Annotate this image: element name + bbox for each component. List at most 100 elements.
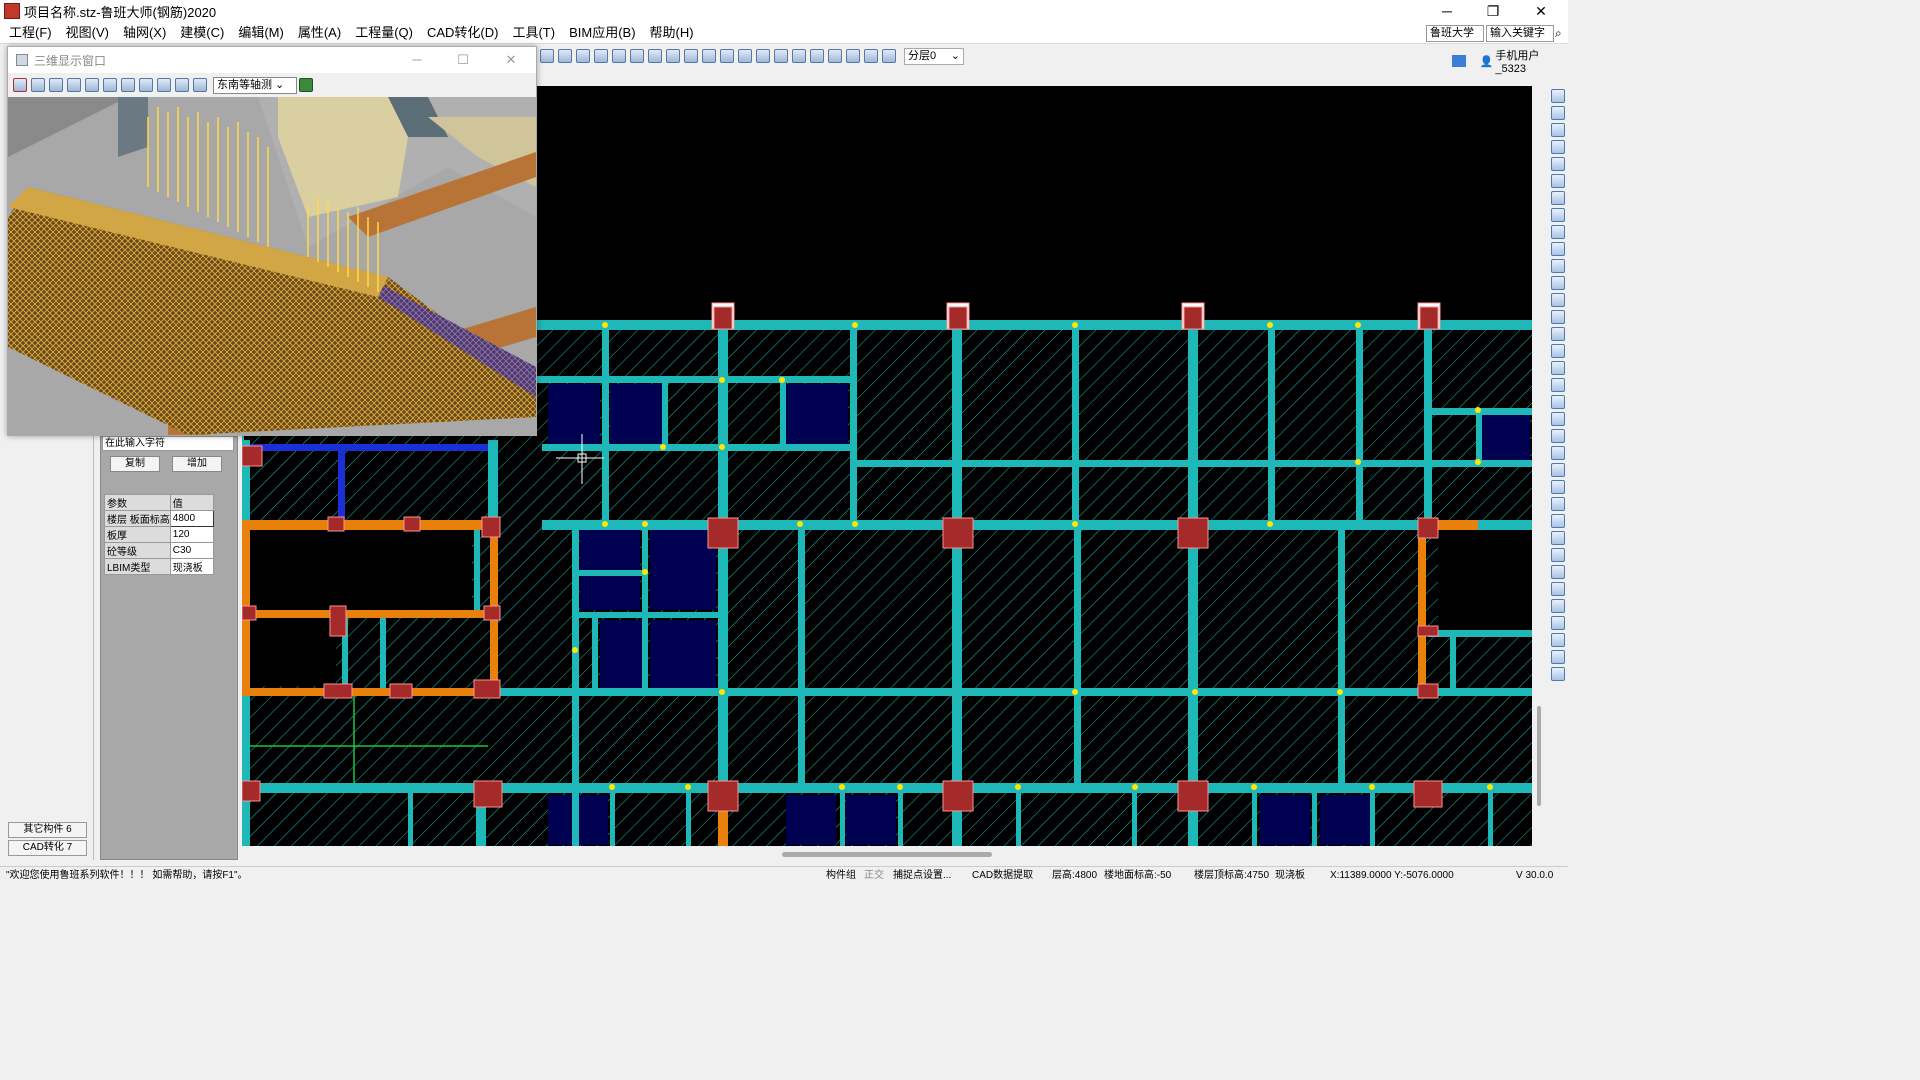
extend-icon[interactable] (1551, 412, 1565, 426)
copy-tool-icon[interactable] (1551, 514, 1565, 528)
light-3d-icon[interactable] (157, 78, 171, 92)
zoom-in-3d-icon[interactable] (85, 78, 99, 92)
3d-viewport[interactable] (8, 97, 536, 435)
property-value[interactable]: 120 (169, 526, 215, 543)
filter-input[interactable]: 在此输入字符 (102, 436, 234, 451)
3d-window-titlebar[interactable]: 三维显示窗口 ─ ☐ ✕ (8, 47, 536, 73)
foundation-tool-icon[interactable] (1551, 208, 1565, 222)
add-button[interactable]: 增加 (172, 456, 222, 472)
align-icon[interactable] (1551, 548, 1565, 562)
zoom-out-3d-icon[interactable] (103, 78, 117, 92)
column-tool-icon[interactable] (1551, 123, 1565, 137)
screenshot-icon[interactable] (193, 78, 207, 92)
globe-icon[interactable] (299, 78, 313, 92)
delete-tool-icon[interactable] (1551, 531, 1565, 545)
slab-tool-icon[interactable] (1551, 157, 1565, 171)
stretch-icon[interactable] (1551, 480, 1565, 494)
menu-cad[interactable]: CAD转化(D) (420, 22, 506, 44)
vertical-scroll-thumb[interactable] (1537, 706, 1541, 806)
3d-display-window[interactable]: 三维显示窗口 ─ ☐ ✕ 东南等轴测 ⌄ (7, 46, 537, 436)
drawing-canvas-left[interactable] (242, 436, 542, 846)
zoom-out-icon[interactable] (702, 49, 716, 63)
rebar-tool-icon[interactable] (1551, 225, 1565, 239)
join-icon[interactable] (1551, 463, 1565, 477)
layer-icon[interactable] (882, 49, 896, 63)
array-icon[interactable] (1551, 497, 1565, 511)
line-tool-icon[interactable] (1551, 667, 1565, 681)
grid-icon[interactable] (558, 49, 572, 63)
offset-icon[interactable] (1551, 395, 1565, 409)
horizontal-scrollbar[interactable] (242, 848, 1533, 862)
layout-switch-icon[interactable] (1452, 55, 1466, 67)
property-row[interactable]: LBIM类型 现浇板 (104, 558, 215, 575)
table-icon[interactable] (594, 49, 608, 63)
3d-minimize-button[interactable]: ─ (394, 47, 440, 73)
menu-view[interactable]: 视图(V) (59, 22, 116, 44)
property-row[interactable]: 楼层 板面标高 4800 (104, 510, 215, 527)
pan-3d-icon[interactable] (49, 78, 63, 92)
search-icon[interactable]: ⌕ (1555, 25, 1568, 42)
cad-convert-button[interactable]: CAD转化 7 (8, 840, 87, 856)
zoom-extent-icon[interactable] (738, 49, 752, 63)
rebar-icon[interactable] (576, 49, 590, 63)
3d-close-button[interactable]: ✕ (488, 47, 534, 73)
zoom-extent-3d-icon[interactable] (139, 78, 153, 92)
snap-icon[interactable] (774, 49, 788, 63)
property-value[interactable]: 现浇板 (169, 558, 215, 575)
horizontal-scroll-thumb[interactable] (782, 852, 992, 857)
select-tool-icon[interactable] (13, 78, 27, 92)
measure-icon[interactable] (1551, 310, 1565, 324)
axis-tool-icon[interactable] (1551, 89, 1565, 103)
component-group-status[interactable]: 构件组 (826, 867, 856, 884)
property-icon[interactable] (1551, 565, 1565, 579)
tag-icon[interactable] (1551, 293, 1565, 307)
split-icon[interactable] (1551, 446, 1565, 460)
link-icon[interactable] (1551, 327, 1565, 341)
render-icon[interactable] (175, 78, 189, 92)
select-icon[interactable] (864, 49, 878, 63)
trim-icon[interactable] (1551, 429, 1565, 443)
distance-icon[interactable] (1551, 633, 1565, 647)
menu-attribute[interactable]: 属性(A) (291, 22, 348, 44)
rotate-tool-icon[interactable] (1551, 361, 1565, 375)
menu-tools[interactable]: 工具(T) (505, 22, 562, 44)
drawing-canvas[interactable] (536, 86, 1532, 846)
zoom-window-icon[interactable] (720, 49, 734, 63)
search-find-icon[interactable] (828, 49, 842, 63)
opening-tool-icon[interactable] (1551, 174, 1565, 188)
property-value[interactable]: 4800 (169, 510, 215, 527)
view-mode-select[interactable]: 东南等轴测 ⌄ (213, 76, 297, 94)
copy-button[interactable]: 复制 (110, 456, 160, 472)
pan-icon[interactable] (666, 49, 680, 63)
menu-model[interactable]: 建模(C) (173, 22, 231, 44)
light-icon[interactable] (810, 49, 824, 63)
menu-help[interactable]: 帮助(H) (643, 22, 701, 44)
axis-icon[interactable] (846, 49, 860, 63)
lock-icon[interactable] (1551, 276, 1565, 290)
alert-icon[interactable] (1551, 242, 1565, 256)
snap-settings[interactable]: 捕捉点设置... (893, 867, 951, 884)
property-value[interactable]: C30 (169, 542, 215, 559)
layout-icon[interactable] (540, 49, 554, 63)
pan-tool-icon[interactable] (1551, 599, 1565, 613)
grid-tool-icon[interactable] (1551, 616, 1565, 630)
rotate-icon[interactable] (648, 49, 662, 63)
vertical-scrollbar[interactable] (1533, 86, 1547, 846)
stair-tool-icon[interactable] (1551, 191, 1565, 205)
zoom-in-icon[interactable] (684, 49, 698, 63)
point-icon[interactable] (792, 49, 806, 63)
maximize-button[interactable]: ❐ (1470, 0, 1516, 22)
minimize-button[interactable]: ─ (1424, 0, 1470, 22)
beam-tool-icon[interactable] (1551, 140, 1565, 154)
menu-quantity[interactable]: 工程量(Q) (348, 22, 420, 44)
search-scope-select[interactable]: 鲁班大学 (1426, 25, 1484, 42)
floor-select[interactable]: 分层0 ⌄ (904, 47, 964, 65)
check-icon[interactable] (1551, 582, 1565, 596)
floor-icon[interactable] (612, 49, 626, 63)
search-input[interactable]: 输入关键字 (1486, 25, 1554, 42)
wall-tool-icon[interactable] (1551, 106, 1565, 120)
orbit-icon[interactable] (31, 78, 45, 92)
database-icon[interactable] (630, 49, 644, 63)
other-components-button[interactable]: 其它构件 6 (8, 822, 87, 838)
move-icon[interactable] (1551, 344, 1565, 358)
